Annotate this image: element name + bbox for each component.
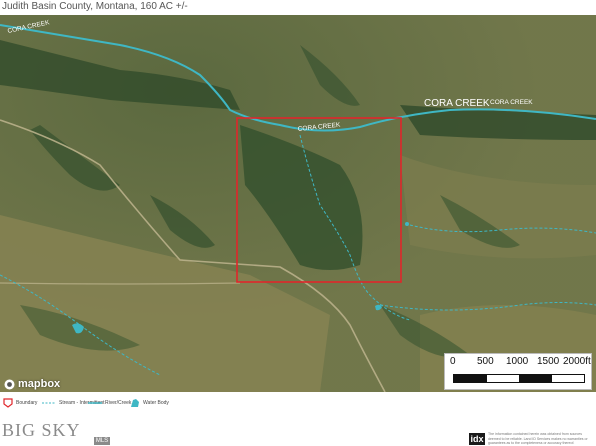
river-icon [88,402,102,404]
map-title: Judith Basin County, Montana, 160 AC +/- [2,1,188,12]
scale-bar: 0 500 1000 1500 2000ft [444,353,592,390]
scale-tick-0: 0 [450,356,456,367]
bigsky-brand-text: BIG SKY [2,420,81,440]
scale-segment [454,375,487,382]
scale-tick-labels: 0 500 1000 1500 2000ft [445,356,593,370]
footer: BIG SKY MLS idx The information containe… [0,414,596,446]
mls-badge: MLS [94,437,110,445]
legend-label-river: River/Creek [105,400,132,406]
creek-label-main: CORA CREEK [424,98,490,109]
legend-item-boundary: Boundary [3,397,37,409]
bigsky-logo: BIG SKY [2,420,81,441]
map-legend: Boundary Stream - Intermittent River/Cre… [0,392,596,414]
mapbox-attribution[interactable]: mapbox [4,377,60,391]
water-body-spring [405,222,409,226]
boundary-icon [3,398,13,408]
legend-item-river: River/Creek [88,397,131,409]
legend-item-water-body: Water Body [130,397,169,409]
scale-tick-500: 500 [477,356,494,367]
idx-logo: idx [469,433,485,445]
creek-label-main-small: CORA CREEK [490,99,533,106]
scale-segment [551,375,584,382]
mapbox-text: mapbox [18,378,61,390]
legend-label-boundary: Boundary [16,400,38,406]
mapbox-logo-icon [4,379,15,389]
scale-tick-1500: 1500 [537,356,560,367]
map-canvas[interactable]: CORA CREEK CORA CREEK CORA CREEK CORA CR… [0,15,596,392]
scale-tick-2000ft: 2000ft [563,356,591,367]
scale-segment [519,375,552,382]
scale-tick-1000: 1000 [506,356,529,367]
satellite-map[interactable]: CORA CREEK CORA CREEK CORA CREEK CORA CR… [0,15,596,392]
scale-segment [486,375,519,382]
header-bar: Judith Basin County, Montana, 160 AC +/- [0,0,596,16]
legend-label-water-body: Water Body [143,400,169,406]
stream-icon [42,402,56,404]
water-body-icon [131,399,139,407]
disclaimer-text: The information contained herein was obt… [488,432,588,445]
scale-track [453,374,585,383]
